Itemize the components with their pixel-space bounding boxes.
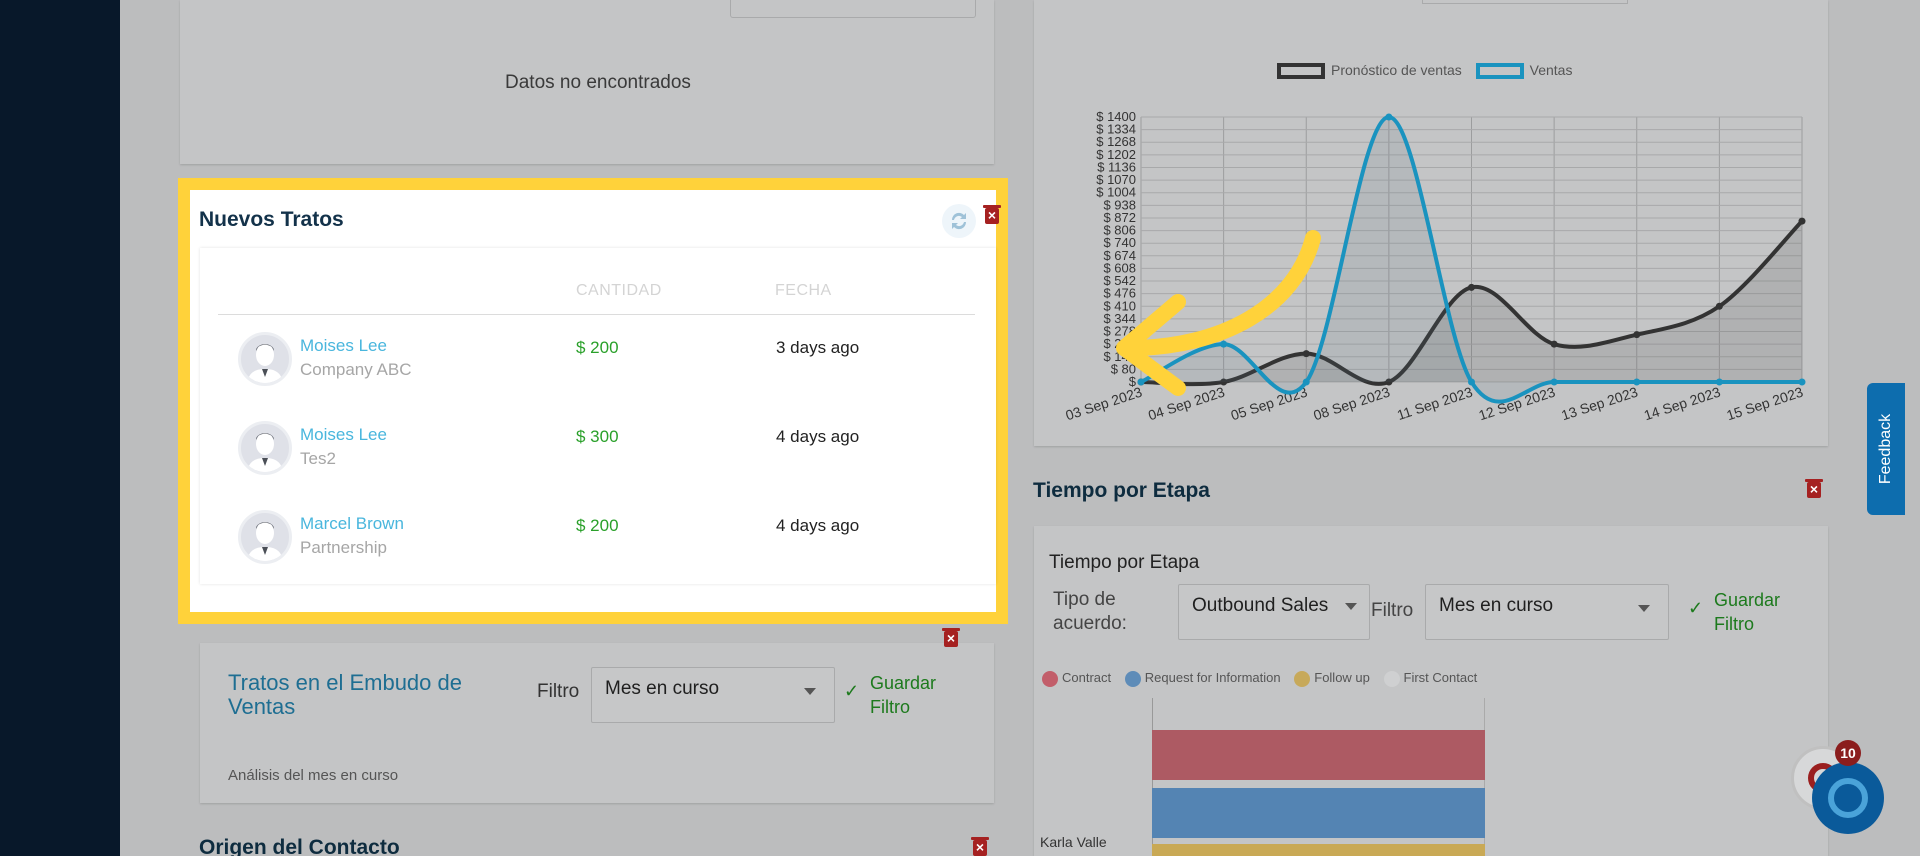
- chart-x-tick-label: 13 Sep 2023: [1559, 384, 1640, 424]
- chart-x-tick-label: 15 Sep 2023: [1724, 384, 1805, 424]
- check-icon: ✓: [844, 681, 860, 701]
- check-icon: ✓: [1688, 598, 1704, 618]
- stage-save-filter-button[interactable]: ✓ Guardar Filtro: [1688, 588, 1798, 636]
- legend-swatch-first-contact: [1383, 670, 1400, 687]
- chevron-down-icon: [1638, 605, 1650, 612]
- deal-company: Partnership: [300, 538, 387, 557]
- chart-point-forecast: [1715, 302, 1723, 310]
- avatar: [238, 421, 292, 475]
- chart-point-sales: [1385, 113, 1393, 121]
- deal-type-label: Tipo de acuerdo:: [1053, 589, 1127, 634]
- deal-contact-link[interactable]: Marcel Brown: [300, 514, 404, 534]
- avatar: [238, 332, 292, 386]
- stage-time-section-title: Tiempo por Etapa: [1033, 479, 1210, 502]
- column-header-date: FECHA: [775, 282, 832, 299]
- annotation-arrow-icon: [1116, 230, 1321, 396]
- legend-swatch-contract: [1042, 670, 1058, 687]
- chart-point-sales: [1550, 378, 1558, 386]
- funnel-delete-icon[interactable]: [942, 628, 960, 647]
- refresh-icon: [951, 212, 967, 230]
- empty-message: Datos no encontrados: [505, 72, 691, 93]
- funnel-filter-value: Mes en curso: [605, 678, 720, 699]
- chart-point-sales: [1468, 378, 1475, 386]
- chart-point-forecast: [1468, 283, 1475, 291]
- chart-x-tick-label: 14 Sep 2023: [1642, 384, 1723, 424]
- refresh-button[interactable]: [942, 204, 976, 238]
- chart-point-sales: [1715, 378, 1723, 386]
- deal-company: Tes2: [300, 449, 336, 468]
- feedback-tab[interactable]: Feedback: [1867, 383, 1905, 515]
- deal-date: 4 days ago: [776, 516, 860, 535]
- app-sidebar: [0, 0, 120, 856]
- stage-time-delete-icon[interactable]: [1805, 479, 1823, 498]
- chevron-down-icon: [804, 688, 816, 695]
- new-deals-delete-icon[interactable]: [983, 205, 1001, 224]
- deal-type-value: Outbound Sales: [1192, 595, 1329, 616]
- deal-date: 3 days ago: [776, 338, 860, 357]
- chart-point-forecast: [1633, 331, 1641, 339]
- chevron-down-icon: [1345, 603, 1357, 610]
- funnel-filter-label: Filtro: [537, 681, 580, 702]
- stage-legend: Contract Request for Information Follow …: [1042, 670, 1477, 687]
- chat-launcher-button[interactable]: [1812, 762, 1884, 834]
- stage-filter-label: Filtro: [1371, 600, 1414, 621]
- chat-icon: [1828, 778, 1868, 818]
- table-row[interactable]: Moises Lee Tes2 $ 300 4 days ago: [200, 421, 996, 501]
- legend-swatch-followup: [1294, 670, 1311, 687]
- origin-title: Origen del Contacto: [199, 836, 400, 856]
- funnel-filter-select[interactable]: Mes en curso: [591, 667, 835, 723]
- stage-filter-select[interactable]: Mes en curso: [1425, 584, 1669, 640]
- deal-date: 4 days ago: [776, 427, 860, 446]
- legend-label-contract: Contract: [1062, 670, 1112, 685]
- top-input[interactable]: [730, 0, 976, 18]
- chart-point-forecast: [1550, 340, 1558, 348]
- stage-save-filter-label: Guardar Filtro: [1714, 590, 1781, 634]
- stage-bar-request: [1152, 788, 1485, 838]
- chart-x-tick-label: 11 Sep 2023: [1395, 384, 1475, 423]
- empty-results-card: Datos no encontrados: [180, 0, 994, 164]
- new-deals-widget: Nuevos Tratos CANTIDAD FECHA Moises Lee …: [178, 178, 1008, 624]
- deal-company: Company ABC: [300, 360, 412, 379]
- header-divider: [218, 314, 975, 315]
- legend-swatch-request: [1124, 670, 1141, 687]
- funnel-save-filter-button[interactable]: ✓ Guardar Filtro: [844, 671, 954, 719]
- funnel-analysis-text: Análisis del mes en curso: [228, 767, 399, 784]
- deal-amount: $ 200: [576, 338, 619, 357]
- table-row[interactable]: Marcel Brown Partnership $ 200 4 days ag…: [200, 510, 996, 590]
- funnel-save-filter-label: Guardar Filtro: [870, 673, 937, 717]
- new-deals-title: Nuevos Tratos: [199, 208, 344, 231]
- origin-delete-icon[interactable]: [971, 837, 989, 856]
- feedback-label: Feedback: [1877, 413, 1894, 485]
- stage-time-card-title: Tiempo por Etapa: [1049, 552, 1200, 573]
- table-row[interactable]: Moises Lee Company ABC $ 200 3 days ago: [200, 332, 996, 412]
- deal-contact-link[interactable]: Moises Lee: [300, 336, 387, 356]
- stage-time-card: Tiempo por Etapa Tipo de acuerdo: Outbou…: [1034, 526, 1828, 856]
- deal-type-select[interactable]: Outbound Sales: [1178, 584, 1370, 640]
- avatar: [238, 510, 292, 564]
- legend-label-followup: Follow up: [1314, 670, 1370, 685]
- stage-filter-value: Mes en curso: [1439, 595, 1554, 616]
- funnel-title: Tratos en el Embudo de Ventas: [228, 670, 462, 719]
- column-header-amount: CANTIDAD: [576, 282, 662, 299]
- deal-amount: $ 300: [576, 427, 619, 446]
- chart-point-sales: [1633, 378, 1641, 386]
- deal-amount: $ 200: [576, 516, 619, 535]
- chart-point-sales: [1798, 378, 1806, 386]
- stage-bar-contract: [1152, 730, 1485, 780]
- stage-row-label: Karla Valle: [1040, 834, 1107, 850]
- legend-label-first-contact: First Contact: [1403, 670, 1478, 685]
- legend-label-request: Request for Information: [1144, 670, 1281, 685]
- deal-contact-link[interactable]: Moises Lee: [300, 425, 387, 445]
- new-deals-table: CANTIDAD FECHA Moises Lee Company ABC $ …: [200, 248, 996, 584]
- stage-bar-followup: [1152, 844, 1485, 856]
- chart-point-forecast: [1798, 217, 1806, 225]
- notification-badge: 10: [1835, 740, 1861, 766]
- funnel-card: Tratos en el Embudo de Ventas Filtro Mes…: [200, 643, 994, 803]
